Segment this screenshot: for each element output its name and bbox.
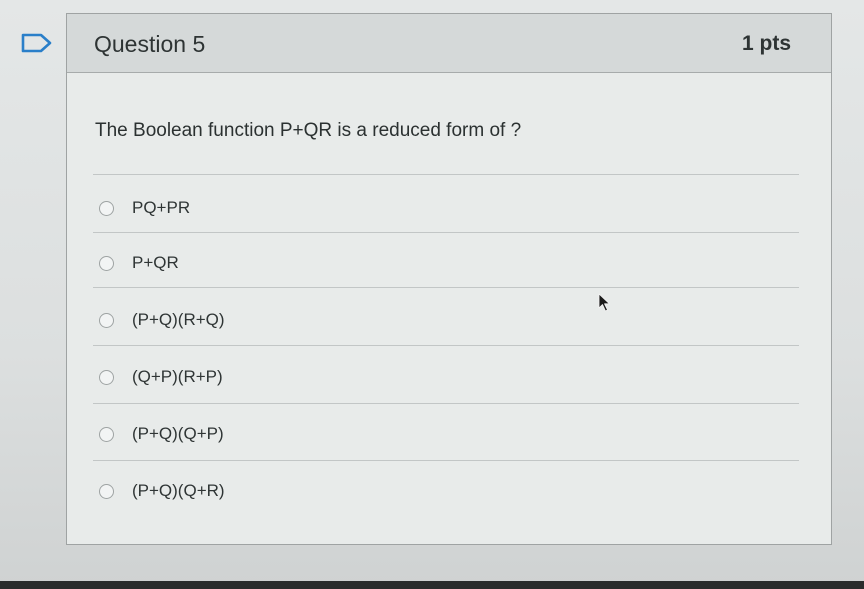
radio-button[interactable] — [99, 484, 114, 499]
question-title: Question 5 — [94, 31, 206, 57]
answer-label: (P+Q)(Q+P) — [132, 424, 224, 443]
mouse-pointer-icon — [598, 293, 610, 312]
divider — [93, 232, 799, 233]
question-card: Question 5 1 pts The Boolean function P+… — [66, 13, 832, 545]
divider — [93, 287, 799, 288]
divider — [93, 345, 799, 346]
divider — [93, 174, 799, 175]
answer-label: (P+Q)(R+Q) — [132, 310, 225, 329]
answer-option[interactable]: (P+Q)(Q+P) — [99, 422, 779, 452]
flag-question-icon[interactable] — [20, 32, 54, 54]
answer-option[interactable]: (P+Q)(R+Q) — [99, 308, 779, 338]
answer-label: (P+Q)(Q+R) — [132, 481, 225, 500]
answer-option[interactable]: (P+Q)(Q+R) — [99, 479, 779, 509]
radio-button[interactable] — [99, 427, 114, 442]
answer-option[interactable]: PQ+PR — [99, 196, 779, 226]
divider — [93, 460, 799, 461]
radio-button[interactable] — [99, 256, 114, 271]
radio-button[interactable] — [99, 313, 114, 328]
answer-label: PQ+PR — [132, 198, 191, 217]
divider — [93, 403, 799, 404]
answer-option[interactable]: P+QR — [99, 251, 779, 281]
answer-option[interactable]: (Q+P)(R+P) — [99, 365, 779, 395]
question-points: 1 pts — [741, 32, 791, 55]
radio-button[interactable] — [99, 370, 114, 385]
answer-label: (Q+P)(R+P) — [132, 367, 223, 386]
screen-bezel — [0, 581, 864, 589]
answer-label: P+QR — [132, 253, 179, 272]
radio-button[interactable] — [99, 201, 114, 216]
question-text: The Boolean function P+QR is a reduced f… — [95, 120, 522, 141]
question-header: Question 5 1 pts — [67, 14, 831, 73]
